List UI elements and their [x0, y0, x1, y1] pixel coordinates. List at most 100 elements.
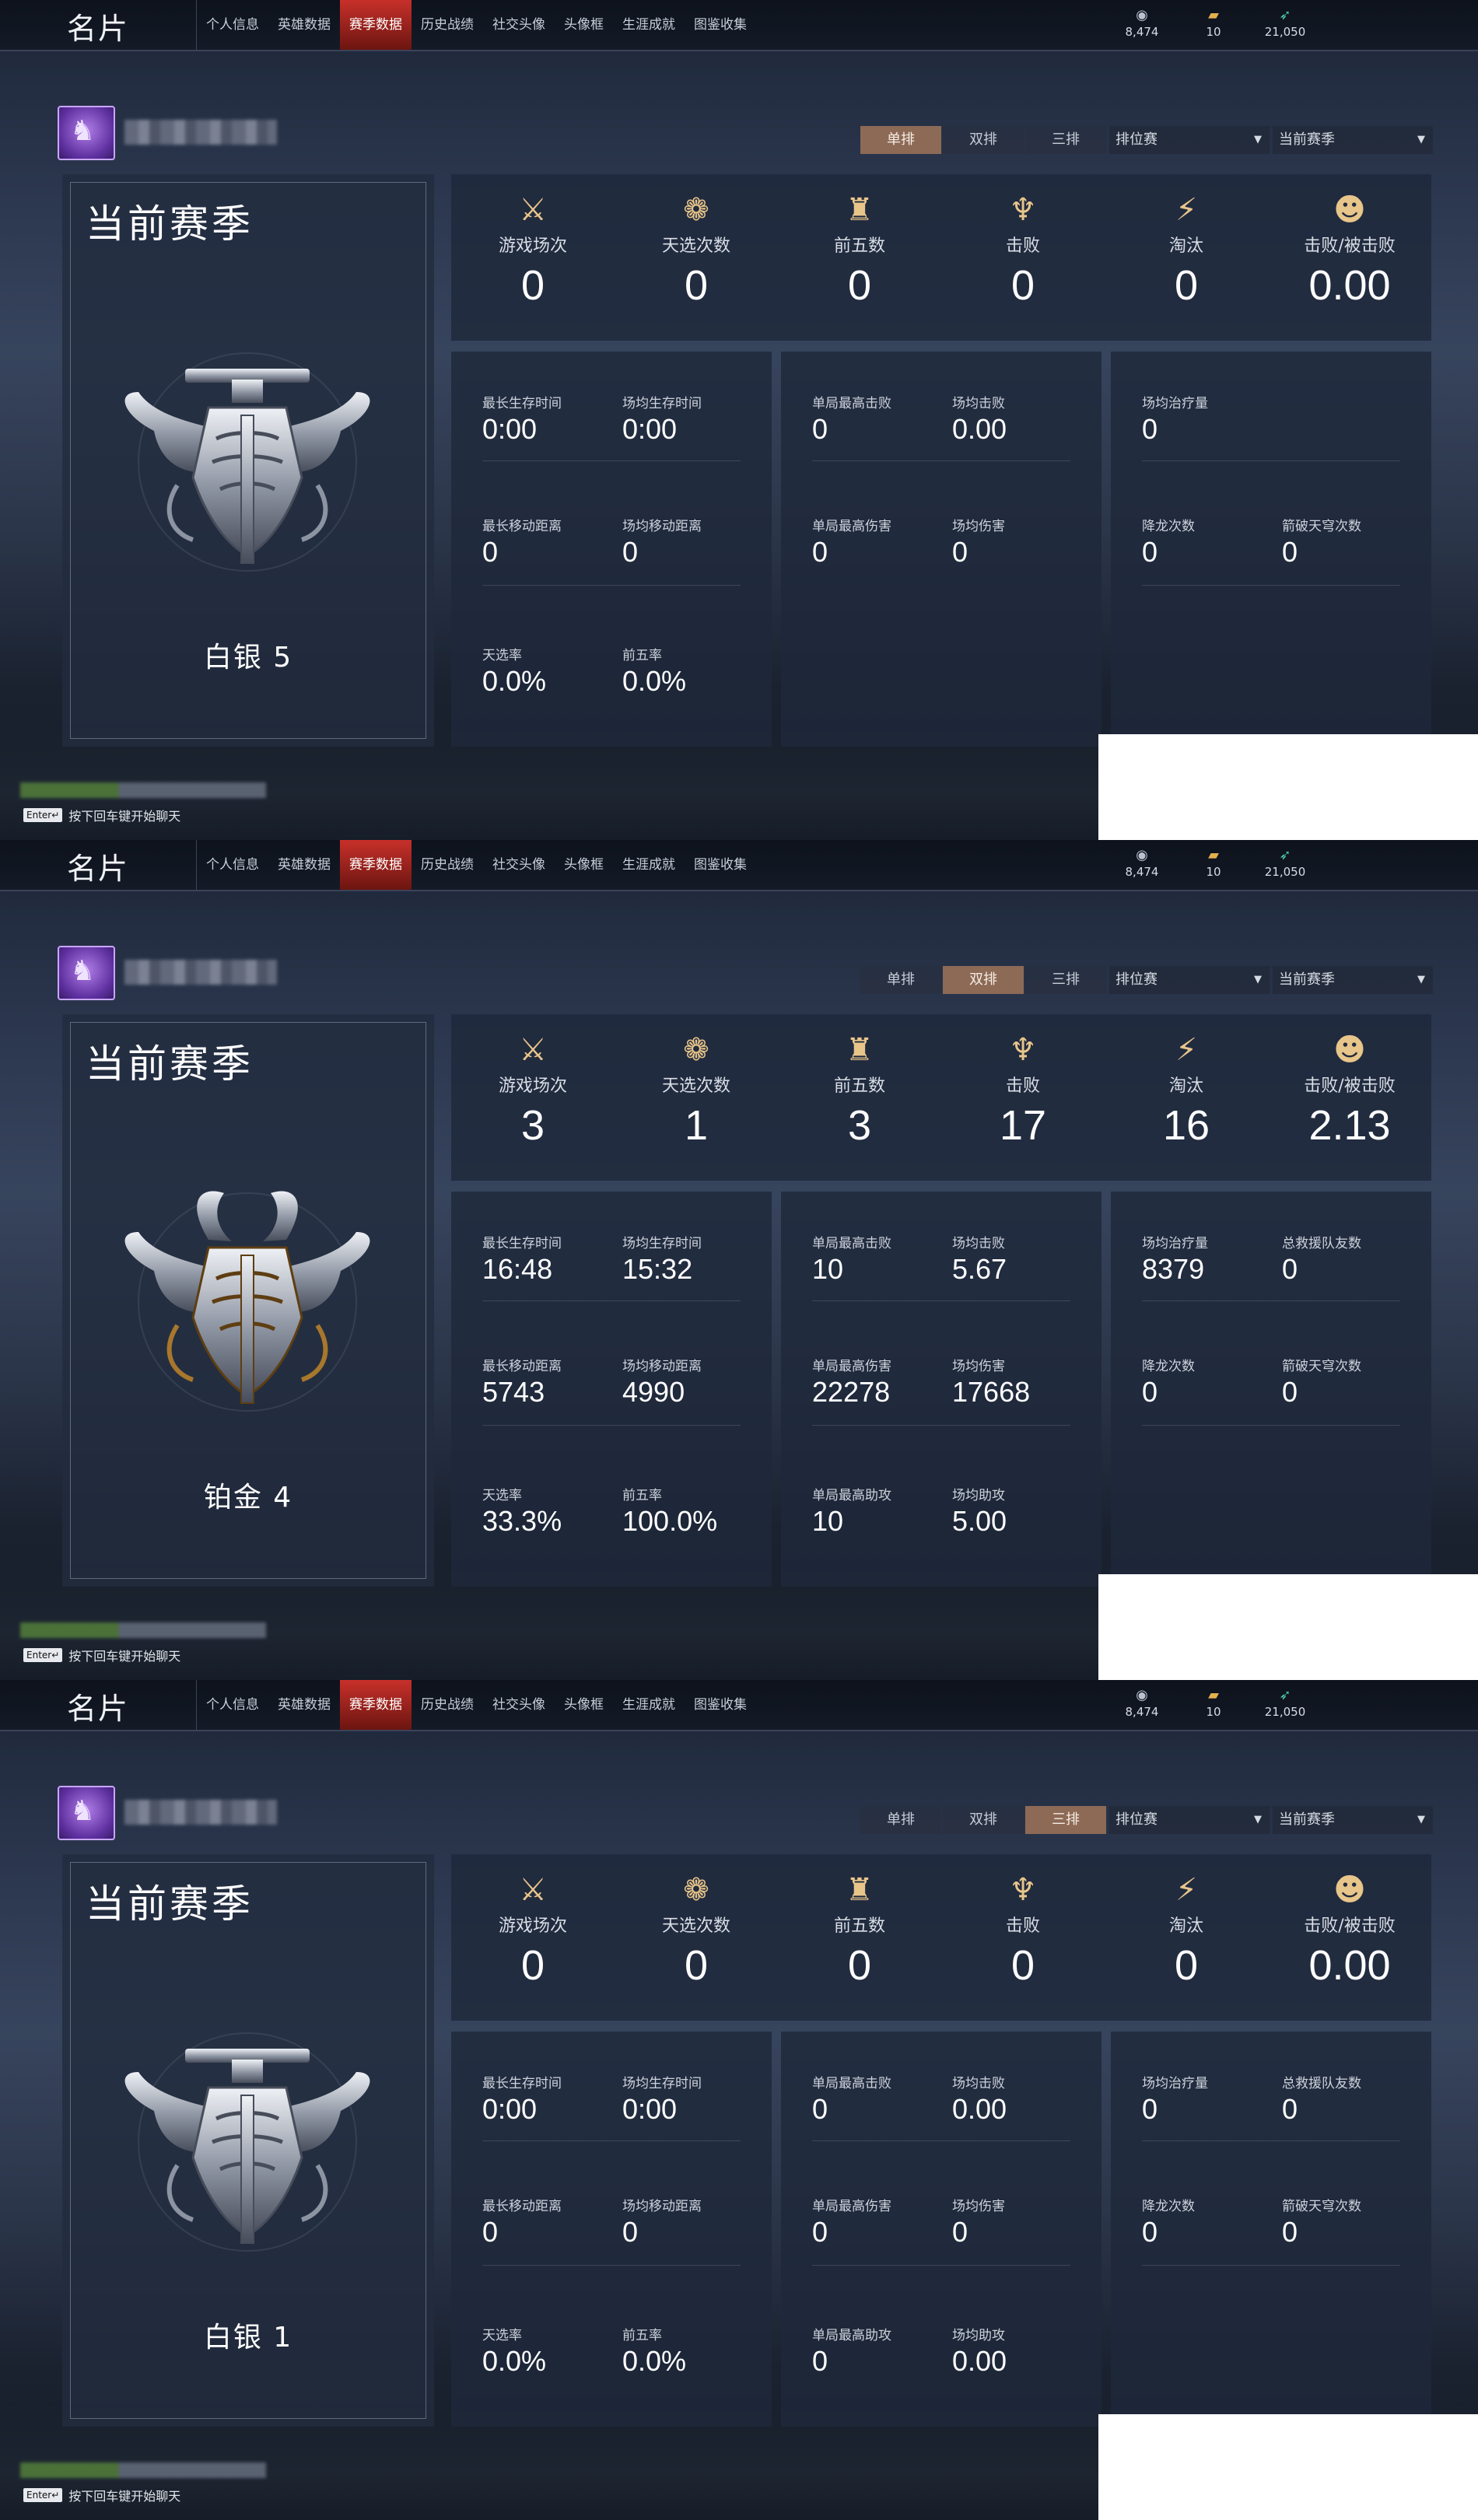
nav-tab-3[interactable]: 赛季数据 [340, 0, 412, 50]
nav-tab-4[interactable]: 历史战绩 [412, 0, 483, 50]
mode-tab-2[interactable]: 双排 [943, 126, 1024, 154]
summary-stat-value: 0 [684, 262, 709, 309]
avg-kills: 场均击败 0.00 [952, 2072, 1092, 2126]
longest-survival-label: 最长生存时间 [482, 396, 562, 411]
chat-message-blurred [20, 1622, 266, 1638]
avatar[interactable]: ♞ [58, 1786, 115, 1840]
season-dropdown[interactable]: 当前赛季 ▼ [1273, 126, 1433, 154]
avatar[interactable]: ♞ [58, 106, 115, 160]
chat-prompt[interactable]: Enter↵ 按下回车键开始聊天 [23, 1646, 180, 1664]
season-dropdown[interactable]: 当前赛季 ▼ [1273, 1806, 1433, 1834]
nav-tab-8[interactable]: 图鉴收集 [685, 0, 756, 50]
avg-kills: 场均击败 0.00 [952, 392, 1092, 446]
caret-down-icon: ▼ [1254, 134, 1262, 145]
max-kills: 单局最高击败 10 [812, 1232, 952, 1286]
arrow-count-value: 0 [1282, 536, 1298, 568]
avg-kills-label: 场均击败 [952, 1236, 1005, 1251]
nav-tab-1[interactable]: 个人信息 [197, 0, 268, 50]
nav-tab-5[interactable]: 社交头像 [483, 1680, 555, 1730]
nav-tab-3[interactable]: 赛季数据 [340, 1680, 412, 1730]
avg-kills-value: 5.67 [952, 1253, 1007, 1285]
lotus-icon: ❁ [683, 192, 709, 228]
avg-heal-label: 场均治疗量 [1142, 2076, 1208, 2091]
mode-tab-2[interactable]: 双排 [943, 1806, 1024, 1834]
currency-value: 8,474 [1125, 25, 1159, 39]
nav-tabs: 个人信息 英雄数据 赛季数据 历史战绩 社交头像 头像框 生涯成就 图鉴收集 [196, 840, 756, 890]
avg-move-label: 场均移动距离 [622, 519, 702, 534]
max-assists: 单局最高助攻 10 [812, 1484, 952, 1538]
queue-dropdown-value: 排位赛 [1116, 131, 1158, 148]
chosen-rate: 天选率 0.0% [482, 2324, 622, 2378]
currency-value: 21,050 [1264, 865, 1306, 879]
summary-stat-6: ☻ 击败/被击败 0.00 [1268, 1870, 1431, 1990]
longest-move-value: 5743 [482, 1376, 545, 1408]
currency-value: 10 [1206, 1705, 1221, 1719]
nav-tab-1[interactable]: 个人信息 [197, 840, 268, 890]
chat-prompt[interactable]: Enter↵ 按下回车键开始聊天 [23, 2486, 180, 2504]
nav-tabs: 个人信息 英雄数据 赛季数据 历史战绩 社交头像 头像框 生涯成就 图鉴收集 [196, 0, 756, 50]
season-dropdown[interactable]: 当前赛季 ▼ [1273, 966, 1433, 994]
summary-stat-1: ⚔ 游戏场次 0 [451, 1870, 615, 1990]
chat-prompt[interactable]: Enter↵ 按下回车键开始聊天 [23, 806, 180, 824]
avg-heal-value: 8379 [1142, 1253, 1205, 1285]
divider [1142, 1300, 1400, 1301]
mode-tab-3[interactable]: 三排 [1025, 126, 1106, 154]
nav-tab-2[interactable]: 英雄数据 [268, 0, 340, 50]
divider [812, 1425, 1070, 1426]
nav-tab-6[interactable]: 头像框 [555, 840, 613, 890]
max-kills: 单局最高击败 0 [812, 392, 952, 446]
nav-tab-5[interactable]: 社交头像 [483, 840, 555, 890]
queue-dropdown[interactable]: 排位赛 ▼ [1109, 966, 1270, 994]
summary-stat-label: 淘汰 [1168, 236, 1203, 256]
longest-survival-value: 16:48 [482, 1253, 553, 1285]
mode-tab-3[interactable]: 三排 [1025, 966, 1106, 994]
avg-kills-value: 0.00 [952, 2093, 1007, 2125]
divider [482, 585, 741, 586]
currency-bar: ◉ 8,474 ▰ 10 ➶ 21,050 [1120, 846, 1307, 879]
nav-tab-2[interactable]: 英雄数据 [268, 1680, 340, 1730]
arrow-count-value: 0 [1282, 2216, 1298, 2248]
avg-damage-value: 0 [952, 2216, 968, 2248]
nav-tab-4[interactable]: 历史战绩 [412, 840, 483, 890]
nav-tab-7[interactable]: 生涯成就 [613, 840, 685, 890]
nav-tab-5[interactable]: 社交头像 [483, 0, 555, 50]
longest-move-value: 0 [482, 536, 499, 568]
summary-stat-3: ♜ 前五数 0 [778, 1870, 941, 1990]
nav-tab-8[interactable]: 图鉴收集 [685, 1680, 756, 1730]
mode-tab-2[interactable]: 双排 [943, 966, 1024, 994]
screen-panel-2: 名片 个人信息 英雄数据 赛季数据 历史战绩 社交头像 头像框 生涯成就 图鉴收集 ◉ 8,474 ▰… [0, 840, 1478, 1680]
mode-tab-1[interactable]: 单排 [860, 966, 941, 994]
feather-icon: ➶ [1279, 7, 1291, 23]
nav-tab-7[interactable]: 生涯成就 [613, 0, 685, 50]
avg-survival-value: 15:32 [622, 1253, 693, 1285]
mode-tab-1[interactable]: 单排 [860, 126, 941, 154]
longest-move-label: 最长移动距离 [482, 1359, 562, 1374]
longest-survival: 最长生存时间 0:00 [482, 392, 622, 446]
divider [812, 460, 1070, 461]
summary-stat-label: 天选次数 [661, 1076, 730, 1096]
nav-tab-2[interactable]: 英雄数据 [268, 840, 340, 890]
summary-stat-value: 1 [684, 1102, 709, 1149]
nav-tab-6[interactable]: 头像框 [555, 1680, 613, 1730]
queue-dropdown[interactable]: 排位赛 ▼ [1109, 1806, 1270, 1834]
nav-tab-6[interactable]: 头像框 [555, 0, 613, 50]
avatar[interactable]: ♞ [58, 946, 115, 1000]
nav-tab-4[interactable]: 历史战绩 [412, 1680, 483, 1730]
avg-move-value: 0 [622, 2216, 639, 2248]
avg-damage: 场均伤害 0 [952, 515, 1092, 569]
avatar-emblem-icon: ♞ [70, 115, 96, 147]
mode-tab-1[interactable]: 单排 [860, 1806, 941, 1834]
nav-tab-3[interactable]: 赛季数据 [340, 840, 412, 890]
nav-tab-7[interactable]: 生涯成就 [613, 1680, 685, 1730]
queue-dropdown[interactable]: 排位赛 ▼ [1109, 126, 1270, 154]
mode-tab-3[interactable]: 三排 [1025, 1806, 1106, 1834]
chosen-rate-value: 33.3% [482, 1505, 562, 1537]
app-title: 名片 [67, 852, 130, 886]
coin-icon: ◉ [1136, 1687, 1148, 1703]
nav-tab-8[interactable]: 图鉴收集 [685, 840, 756, 890]
longest-move: 最长移动距离 0 [482, 2195, 622, 2249]
nav-tab-1[interactable]: 个人信息 [197, 1680, 268, 1730]
max-damage-label: 单局最高伤害 [812, 519, 891, 534]
avg-survival: 场均生存时间 0:00 [622, 2072, 762, 2126]
banner-icon: ♜ [846, 192, 874, 228]
